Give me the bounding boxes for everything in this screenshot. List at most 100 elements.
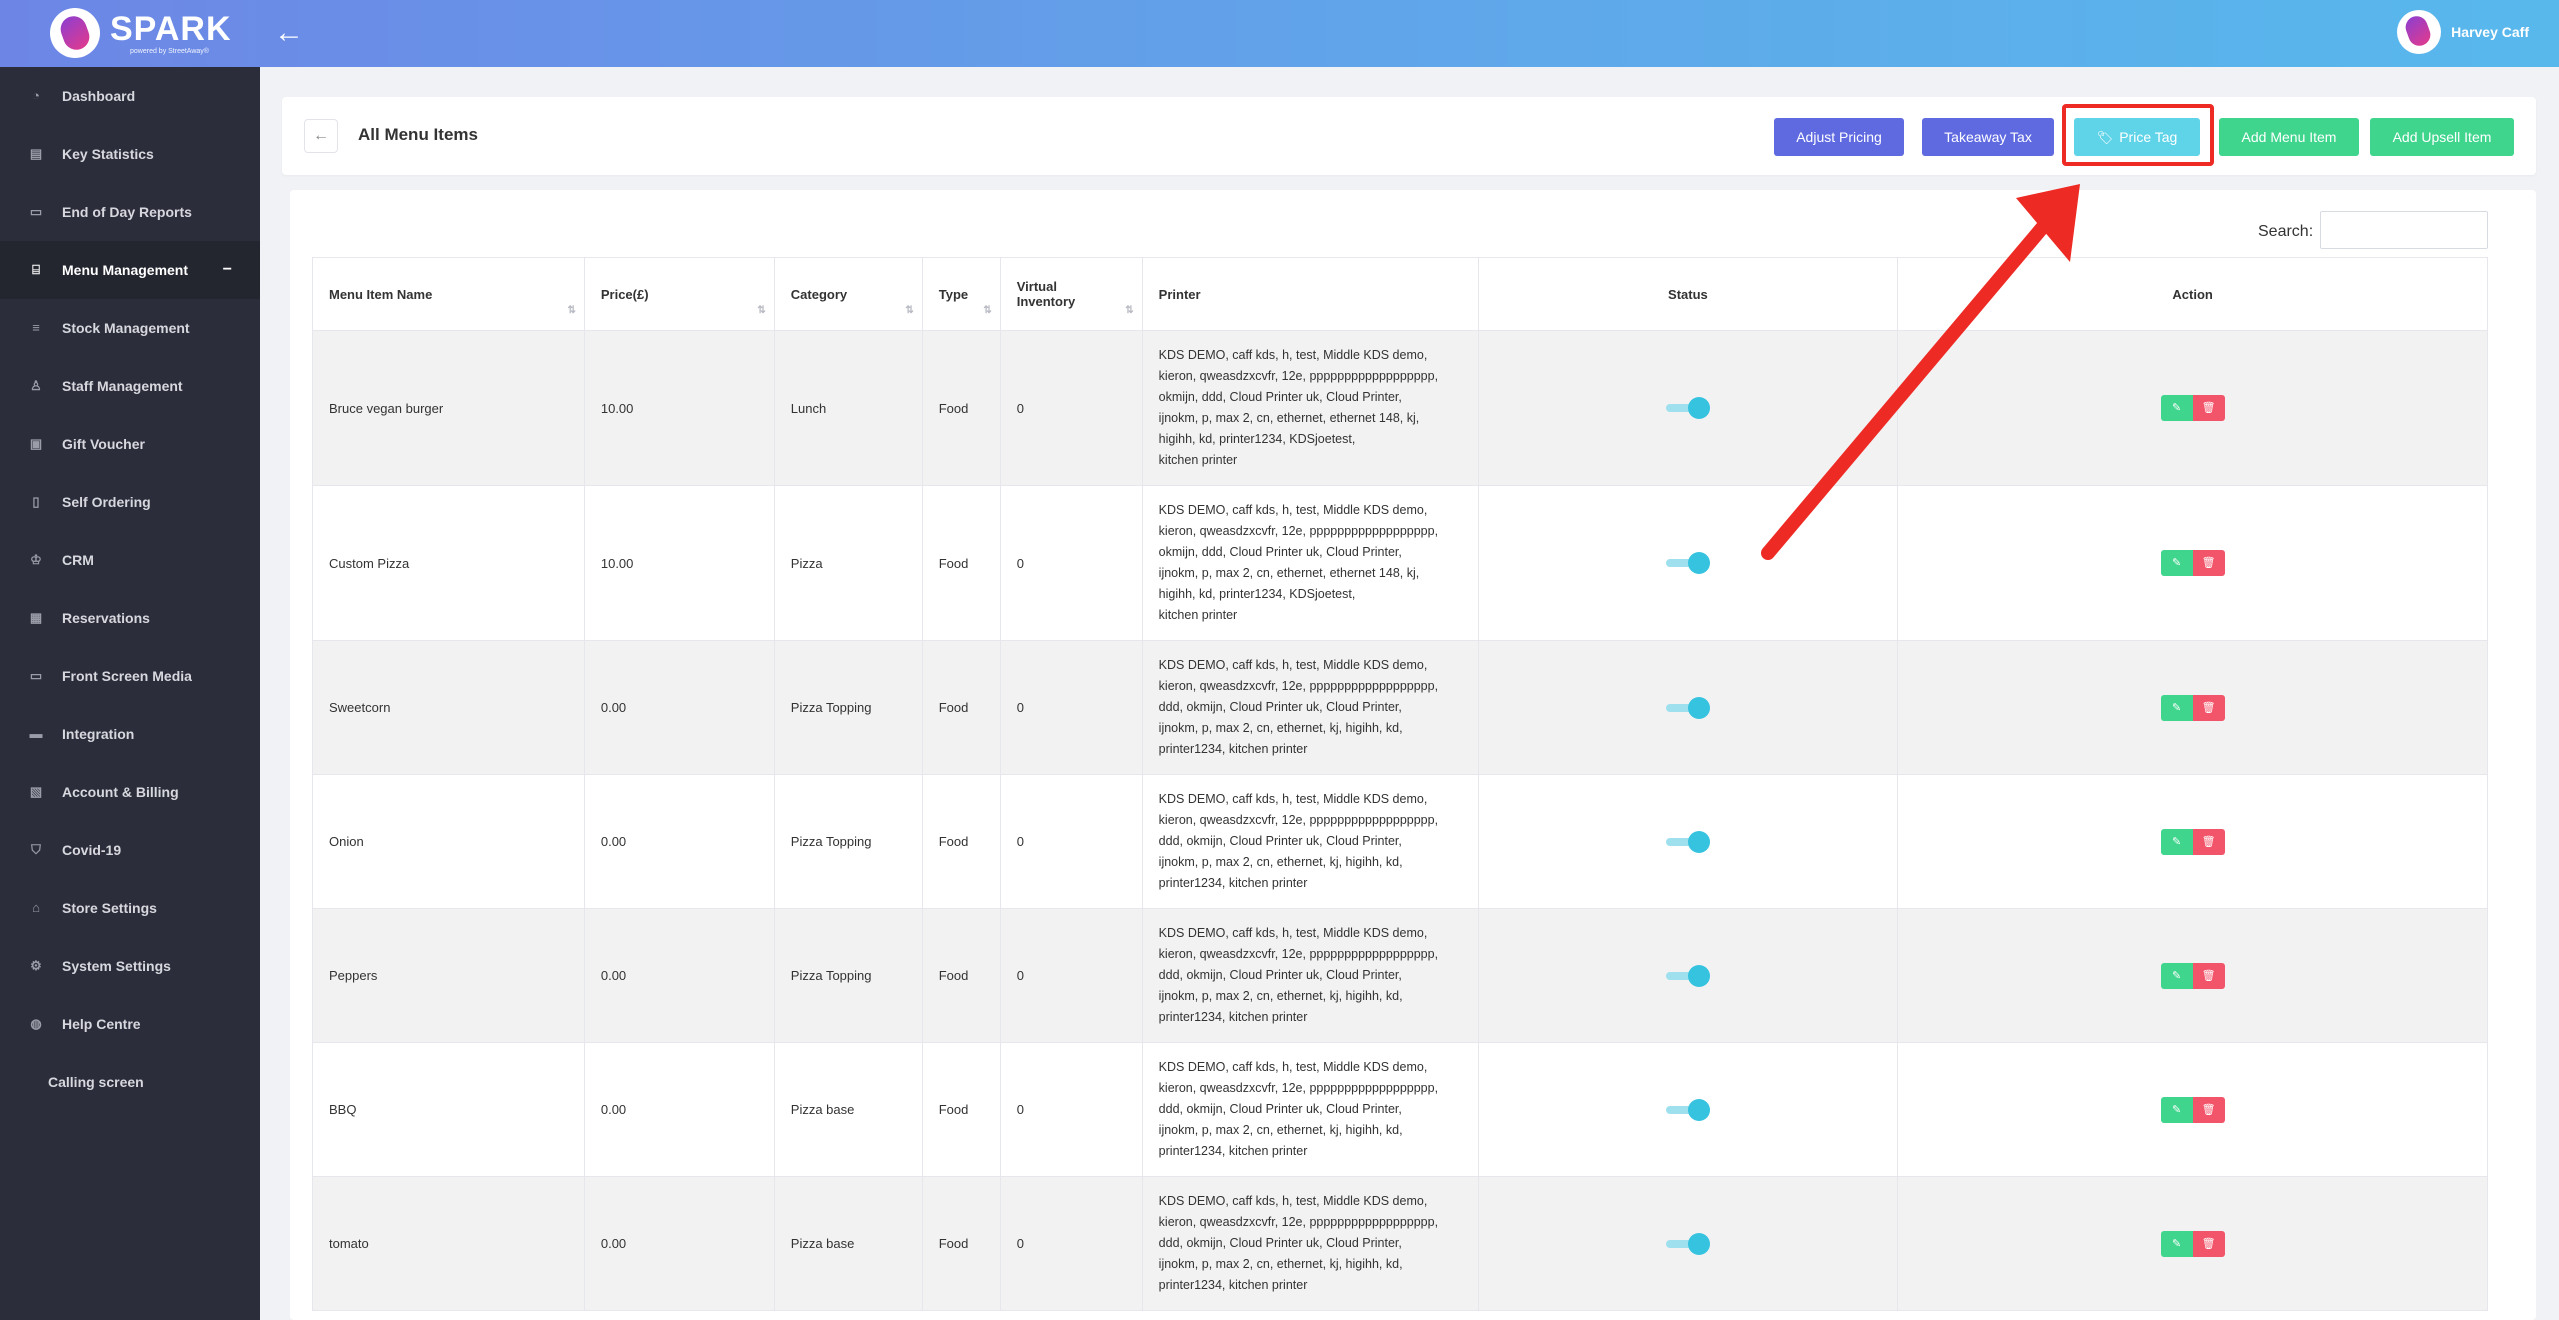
status-toggle[interactable] [1665,1098,1710,1121]
sidebar-item-staff-management[interactable]: ♙ Staff Management [0,357,260,415]
edit-pencil-icon[interactable]: ✎ [2160,395,2193,421]
menu-items-panel: Search: Menu Item Name ⇅ Price(£) ⇅ Category… [290,190,2536,1320]
sidebar-item-label: Self Ordering [62,494,151,510]
sidebar-item-end-of-day-reports[interactable]: ▭ End of Day Reports [0,183,260,241]
edit-pencil-icon[interactable]: ✎ [2160,1230,2193,1257]
status-toggle[interactable] [1665,964,1710,987]
cell-type: Food [921,908,1001,1043]
cell-status [1477,485,1899,641]
cell-status [1477,774,1899,909]
delete-trash-icon[interactable]: 🗑︎ [2192,1230,2225,1257]
takeaway-tax-button[interactable]: Takeaway Tax [1922,118,2054,156]
edit-pencil-icon[interactable]: ✎ [2160,828,2193,855]
edit-pencil-icon[interactable]: ✎ [2160,1096,2193,1123]
sidebar-item-reservations[interactable]: ▦ Reservations [0,589,260,647]
sidebar-item-calling-screen[interactable]: Calling screen [0,1053,260,1111]
sidebar-item-account-billing[interactable]: ▧ Account & Billing [0,763,260,821]
adjust-pricing-button[interactable]: Adjust Pricing [1774,118,1904,156]
cell-type: Food [921,1042,1001,1177]
column-header-label: Price(£) [600,286,649,302]
delete-trash-icon[interactable]: 🗑︎ [2192,395,2225,421]
cell-category: Pizza Topping [773,908,923,1043]
back-button[interactable]: ← [304,119,338,153]
status-toggle[interactable] [1665,696,1710,719]
delete-trash-icon[interactable]: 🗑︎ [2192,550,2225,576]
sidebar-item-menu-management[interactable]: ⌸ Menu Management − [0,241,260,299]
sort-arrows-icon[interactable]: ⇅ [1125,305,1133,316]
sidebar-item-system-settings[interactable]: ⚙ System Settings [0,937,260,995]
edit-pencil-icon[interactable]: ✎ [2160,694,2193,721]
status-toggle[interactable] [1665,552,1710,574]
sidebar-item-covid-19[interactable]: ⛉ Covid-19 [0,821,260,879]
sidebar-item-label: End of Day Reports [62,204,192,220]
printer-line: ddd, okmijn, Cloud Printer uk, Cloud Pri… [1158,1102,1402,1116]
printer-line: okmijn, ddd, Cloud Printer uk, Cloud Pri… [1158,545,1402,559]
sidebar-toggle-back-arrow-icon[interactable]: ← [272,16,306,50]
printer-line: ijnokm, p, max 2, cn, ethernet, kj, higi… [1158,855,1403,869]
status-toggle[interactable] [1665,397,1710,419]
sidebar-item-integration[interactable]: ▬ Integration [0,705,260,763]
user-name: Harvey Caff [2451,24,2529,40]
sidebar-item-key-statistics[interactable]: ▤ Key Statistics [0,125,260,183]
cell-inventory: 0 [999,908,1143,1043]
sidebar-item-stock-management[interactable]: ≡ Stock Management [0,299,260,357]
cell-category: Lunch [773,330,923,486]
cell-name: Sweetcorn [312,640,585,775]
sidebar-item-label: Staff Management [62,378,183,394]
sidebar-item-dashboard[interactable]: ◔ Dashboard [0,67,260,125]
search-input[interactable] [2320,211,2488,249]
sort-arrows-icon[interactable]: ⇅ [567,305,575,316]
sort-arrows-icon[interactable]: ⇅ [983,305,991,316]
user-menu[interactable]: Harvey Caff [2397,10,2529,54]
cell-type: Food [921,640,1001,775]
cell-inventory: 0 [999,485,1143,641]
edit-pencil-icon[interactable]: ✎ [2160,550,2193,576]
printer-line: ijnokm, p, max 2, cn, ethernet, ethernet… [1158,566,1420,580]
sidebar-item-help-centre[interactable]: ◍ Help Centre [0,995,260,1053]
printer-line: printer1234, kitchen printer [1158,742,1308,756]
avatar [2397,10,2442,54]
column-header-label: Printer [1158,286,1201,302]
edit-pencil-icon[interactable]: ✎ [2160,962,2193,989]
collapse-minus-icon[interactable]: − [223,261,232,279]
sort-arrows-icon[interactable]: ⇅ [757,305,765,316]
status-toggle[interactable] [1665,1232,1710,1255]
sidebar-item-crm[interactable]: ♔ CRM [0,531,260,589]
column-header: Action [1897,257,2488,331]
sidebar-item-store-settings[interactable]: ⌂ Store Settings [0,879,260,937]
sidebar-item-label: CRM [62,552,94,568]
sidebar-item-label: Help Centre [62,1016,141,1032]
printer-line: kitchen printer [1158,453,1238,467]
column-header[interactable]: Virtual Inventory ⇅ [999,257,1143,331]
sidebar-item-gift-voucher[interactable]: ▣ Gift Voucher [0,415,260,473]
add-upsell-item-button[interactable]: Add Upsell Item [2370,118,2514,156]
delete-trash-icon[interactable]: 🗑︎ [2192,694,2225,721]
cell-status [1477,640,1899,775]
column-header[interactable]: Type ⇅ [921,257,1001,331]
sort-arrows-icon[interactable]: ⇅ [905,305,913,316]
printer-line: kieron, qweasdzxcvfr, 12e, ppppppppppppp… [1158,1215,1439,1229]
sidebar-item-front-screen-media[interactable]: ▭ Front Screen Media [0,647,260,705]
printer-line: ijnokm, p, max 2, cn, ethernet, kj, higi… [1158,989,1403,1003]
cell-status [1477,908,1899,1043]
printer-line: kitchen printer [1158,608,1238,622]
cell-price: 0.00 [583,1042,775,1177]
sidebar-item-label: Reservations [62,610,150,626]
sidebar-item-label: Gift Voucher [62,436,145,452]
add-menu-item-button[interactable]: Add Menu Item [2219,118,2359,156]
status-toggle[interactable] [1665,830,1710,853]
cell-inventory: 0 [999,330,1143,486]
printer-line: ijnokm, p, max 2, cn, ethernet, kj, higi… [1158,1123,1403,1137]
delete-trash-icon[interactable]: 🗑︎ [2192,1096,2225,1123]
delete-trash-icon[interactable]: 🗑︎ [2192,828,2225,855]
sidebar-item-self-ordering[interactable]: ▯ Self Ordering [0,473,260,531]
column-header[interactable]: Menu Item Name ⇅ [312,257,585,331]
cell-inventory: 0 [999,1042,1143,1177]
column-header[interactable]: Price(£) ⇅ [583,257,775,331]
column-header[interactable]: Category ⇅ [773,257,923,331]
sidebar-item-label: Front Screen Media [62,668,192,684]
printer-line: printer1234, kitchen printer [1158,1144,1308,1158]
spark-logo[interactable]: SPARK powered by StreetAway® [50,8,232,58]
cell-category: Pizza base [773,1176,923,1311]
delete-trash-icon[interactable]: 🗑︎ [2192,962,2225,989]
